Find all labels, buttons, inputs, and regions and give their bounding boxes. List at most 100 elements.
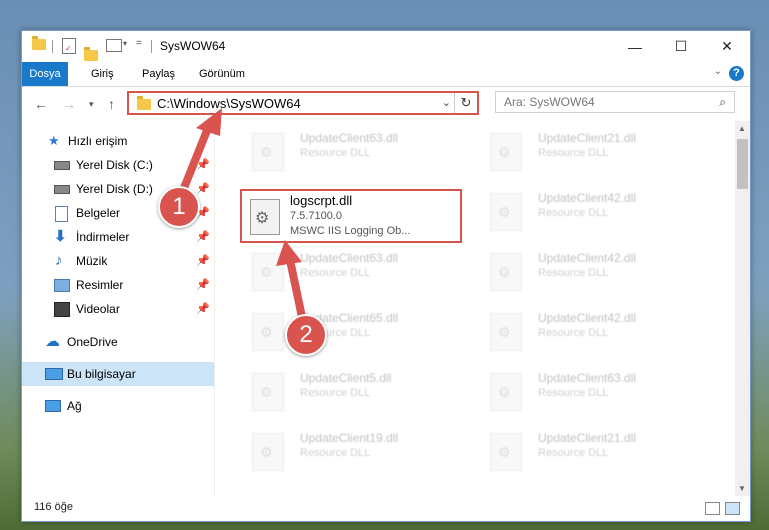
folder-icon	[32, 36, 46, 50]
list-item[interactable]: UpdateClient63.dll Resource DLL	[242, 247, 472, 301]
file-name: UpdateClient63.dll	[538, 371, 637, 385]
up-arrow-icon[interactable]: ↑	[108, 96, 115, 112]
list-item[interactable]: UpdateClient42.dll Resource DLL	[480, 187, 710, 241]
file-type: Resource DLL	[538, 267, 609, 279]
list-item[interactable]: UpdateClient63.dll Resource DLL	[480, 367, 710, 421]
address-bar[interactable]: C:\Windows\SysWOW64 ⌄ ↻	[127, 91, 479, 115]
sidebar-item-label: Belgeler	[76, 206, 121, 220]
videos-icon	[54, 302, 70, 317]
separator	[52, 40, 53, 53]
file-name: UpdateClient21.dll	[538, 431, 637, 445]
dll-file-icon	[250, 199, 280, 235]
recent-locations-icon[interactable]: ▾	[89, 99, 94, 110]
file-name: UpdateClient63.dll	[300, 251, 399, 265]
minimize-button[interactable]: —	[612, 31, 658, 62]
list-item[interactable]: UpdateClient63.dll Resource DLL	[242, 127, 472, 181]
list-item[interactable]: UpdateClient42.dll Resource DLL	[480, 247, 710, 301]
search-placeholder[interactable]: Ara: SysWOW64	[504, 95, 595, 109]
sidebar-item-music[interactable]: ♪ Müzik 📌	[22, 249, 214, 273]
sidebar-item-videos[interactable]: Videolar 📌	[22, 297, 214, 321]
pin-icon[interactable]: 📌	[196, 153, 210, 177]
list-item[interactable]: UpdateClient21.dll Resource DLL	[480, 427, 710, 481]
network-icon	[45, 400, 61, 412]
music-icon: ♪	[55, 252, 63, 269]
separator	[151, 40, 152, 53]
details-view-icon[interactable]	[705, 502, 720, 515]
vertical-scrollbar[interactable]: ▲ ▼	[735, 121, 750, 496]
customize-icon[interactable]	[106, 39, 122, 52]
sidebar-item-label: Ağ	[67, 399, 82, 413]
scroll-up-icon[interactable]: ▲	[738, 124, 746, 133]
file-type: Resource DLL	[538, 327, 609, 339]
sidebar-item-label: Yerel Disk (C:)	[76, 158, 153, 172]
pin-icon[interactable]: 📌	[196, 249, 210, 273]
close-button[interactable]: ✕	[704, 31, 750, 62]
navigation-pane: ★ Hızlı erişim Yerel Disk (C:) 📌 Yerel D…	[22, 121, 215, 496]
sidebar-item-pictures[interactable]: Resimler 📌	[22, 273, 214, 297]
chevron-down-icon[interactable]: ▾	[123, 39, 127, 48]
help-button[interactable]: ?	[729, 66, 744, 81]
file-type: Resource DLL	[300, 447, 371, 459]
large-icons-view-icon[interactable]	[725, 502, 740, 515]
pin-icon[interactable]: 📌	[196, 297, 210, 321]
file-type: Resource DLL	[538, 207, 609, 219]
dll-file-icon	[490, 193, 522, 231]
sidebar-item-label: Bu bilgisayar	[67, 367, 136, 381]
file-type: Resource DLL	[300, 267, 371, 279]
star-icon: ★	[48, 133, 60, 148]
sidebar-item-onedrive[interactable]: ☁ OneDrive	[22, 330, 214, 354]
dll-file-icon	[252, 133, 284, 171]
computer-icon	[45, 368, 63, 380]
properties-icon[interactable]: ✓	[62, 38, 76, 54]
ribbon-expand-icon[interactable]: ⌄	[714, 66, 722, 77]
sidebar-item-network[interactable]: Ağ	[22, 394, 214, 418]
title-bar: ✓ ▾ = SysWOW64 — ☐ ✕	[22, 31, 750, 62]
tab-file[interactable]: Dosya	[22, 62, 68, 86]
search-icon[interactable]: ⌕	[719, 95, 726, 110]
list-item[interactable]: UpdateClient21.dll Resource DLL	[480, 127, 710, 181]
chevron-down-icon[interactable]: ⌄	[442, 96, 451, 109]
file-version: 7.5.7100.0	[290, 210, 342, 222]
list-item[interactable]: UpdateClient42.dll Resource DLL	[480, 307, 710, 361]
file-description: MSWC IIS Logging Ob...	[290, 225, 411, 237]
sidebar-item-downloads[interactable]: ⬇ İndirmeler 📌	[22, 225, 214, 249]
sidebar-item-label: Yerel Disk (D:)	[76, 182, 153, 196]
sidebar-item-this-pc[interactable]: Bu bilgisayar	[22, 362, 214, 386]
file-type: Resource DLL	[538, 147, 609, 159]
list-item[interactable]: UpdateClient5.dll Resource DLL	[242, 367, 472, 421]
scroll-thumb[interactable]	[737, 139, 748, 189]
file-name: UpdateClient42.dll	[538, 251, 637, 265]
sidebar-item-label: Resimler	[76, 278, 124, 292]
sidebar-item-label: Videolar	[76, 302, 120, 316]
list-item[interactable]: UpdateClient65.dll Resource DLL	[242, 307, 472, 361]
step-badge-1: 1	[158, 186, 200, 228]
file-name: logscrpt.dll	[290, 193, 353, 208]
scroll-down-icon[interactable]: ▼	[738, 484, 746, 493]
tab-home[interactable]: Giriş	[81, 62, 124, 86]
file-type: Resource DLL	[538, 387, 609, 399]
file-type: Resource DLL	[300, 387, 371, 399]
list-item[interactable]: UpdateClient19.dll Resource DLL	[242, 427, 472, 481]
sidebar-item-quick-access[interactable]: ★ Hızlı erişim	[22, 129, 214, 153]
sidebar-item-label: Hızlı erişim	[68, 134, 128, 148]
forward-arrow-icon[interactable]: →	[62, 96, 76, 112]
pictures-icon	[54, 279, 70, 292]
sidebar-item-drive-c[interactable]: Yerel Disk (C:) 📌	[22, 153, 214, 177]
quick-access-dropdown-icon[interactable]: =	[136, 38, 142, 49]
maximize-button[interactable]: ☐	[658, 31, 704, 62]
address-path[interactable]: C:\Windows\SysWOW64	[157, 96, 301, 111]
back-arrow-icon[interactable]: ←	[34, 96, 48, 112]
dll-file-icon	[252, 313, 284, 351]
tab-view[interactable]: Görünüm	[189, 62, 255, 86]
documents-icon	[55, 206, 68, 222]
refresh-icon[interactable]: ↻	[454, 93, 477, 113]
search-box[interactable]: Ara: SysWOW64 ⌕	[495, 91, 735, 113]
highlighted-file-logscrpt[interactable]: logscrpt.dll 7.5.7100.0 MSWC IIS Logging…	[240, 189, 462, 243]
step-badge-2: 2	[285, 314, 327, 356]
pin-icon[interactable]: 📌	[196, 273, 210, 297]
dll-file-icon	[490, 253, 522, 291]
pin-icon[interactable]: 📌	[196, 225, 210, 249]
tab-share[interactable]: Paylaş	[132, 62, 185, 86]
new-folder-icon[interactable]	[84, 47, 98, 61]
pin-icon[interactable]: 📌	[196, 177, 210, 201]
